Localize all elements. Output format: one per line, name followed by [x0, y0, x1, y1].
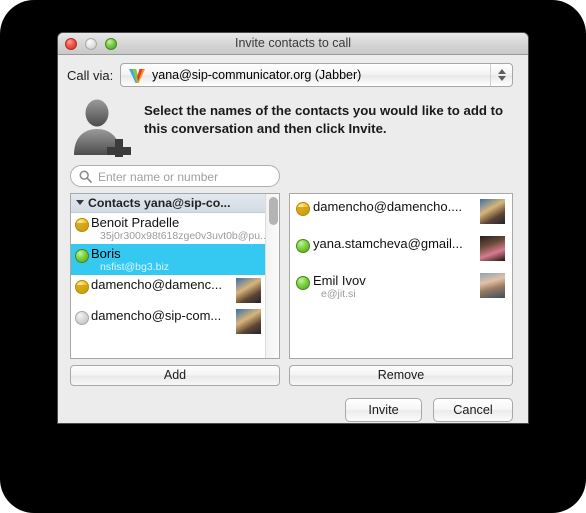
scrollbar-thumb[interactable]	[269, 197, 278, 225]
contact-name: Emil Ivov	[313, 273, 366, 288]
chevron-down-icon[interactable]	[76, 200, 84, 205]
list-item[interactable]: Benoit Pradelle 35j0r300x98t618zge0v3uvt…	[71, 213, 279, 244]
avatar	[236, 309, 261, 334]
avatar	[480, 199, 505, 224]
selected-contacts-list[interactable]: damencho@damencho.... yana.stamcheva@gma…	[289, 193, 513, 359]
status-online-icon	[296, 239, 310, 253]
status-offline-icon	[75, 311, 89, 325]
jitsi-logo-icon	[129, 69, 145, 83]
avatar	[480, 273, 505, 298]
account-select[interactable]: yana@sip-communicator.org (Jabber)	[120, 63, 513, 87]
cancel-button[interactable]: Cancel	[433, 398, 513, 422]
search-field[interactable]	[70, 165, 280, 188]
add-button[interactable]: Add	[70, 365, 280, 386]
status-online-icon	[75, 249, 89, 263]
status-away-icon	[296, 202, 310, 216]
instruction-text: Select the names of the contacts you wou…	[144, 103, 504, 137]
window-titlebar: Invite contacts to call	[58, 33, 528, 55]
call-via-label: Call via:	[67, 68, 114, 83]
available-contacts-list[interactable]: Contacts yana@sip-co... Benoit Pradelle …	[70, 193, 280, 359]
contact-name: Boris	[91, 246, 121, 261]
contact-group-label: Contacts yana@sip-co...	[88, 196, 231, 210]
status-away-icon	[75, 218, 89, 232]
contact-group-header[interactable]: Contacts yana@sip-co...	[71, 194, 279, 213]
list-item[interactable]: damencho@damenc...	[71, 275, 279, 306]
search-input[interactable]	[96, 166, 278, 188]
instruction-block: Select the names of the contacts you wou…	[58, 97, 528, 161]
call-via-row: Call via: yana@sip-communicator.org (Jab…	[58, 63, 528, 89]
contact-address: e@jit.si	[321, 288, 356, 300]
list-item[interactable]: damencho@sip-com...	[71, 306, 279, 337]
contact-address: nsfist@bg3.biz	[100, 261, 170, 273]
avatar	[480, 236, 505, 261]
vertical-scrollbar[interactable]	[265, 194, 279, 358]
contact-name: damencho@damenc...	[91, 277, 222, 292]
dialog-content: Call via: yana@sip-communicator.org (Jab…	[58, 55, 528, 423]
list-item[interactable]: Boris nsfist@bg3.biz	[71, 244, 279, 275]
avatar	[236, 278, 261, 303]
contact-name: damencho@damencho....	[313, 199, 463, 214]
list-item[interactable]: damencho@damencho....	[290, 194, 512, 231]
window-title: Invite contacts to call	[234, 36, 352, 50]
list-item[interactable]: Emil Ivov e@jit.si	[290, 268, 512, 305]
contact-name: damencho@sip-com...	[91, 308, 222, 323]
remove-button[interactable]: Remove	[289, 365, 513, 386]
account-value: yana@sip-communicator.org (Jabber)	[152, 68, 362, 82]
search-icon	[79, 170, 92, 183]
invite-button[interactable]: Invite	[345, 398, 422, 422]
person-add-icon	[74, 99, 131, 157]
contact-name: Benoit Pradelle	[91, 215, 180, 230]
status-online-icon	[296, 276, 310, 290]
contact-address: 35j0r300x98t618zge0v3uvt0b@pu...	[100, 230, 269, 242]
list-item[interactable]: yana.stamcheva@gmail...	[290, 231, 512, 268]
stepper-arrows-icon[interactable]	[490, 64, 512, 86]
contact-name: yana.stamcheva@gmail...	[313, 236, 463, 251]
status-away-icon	[75, 280, 89, 294]
invite-contacts-window: Invite contacts to call Call via: yana@s…	[57, 32, 529, 424]
